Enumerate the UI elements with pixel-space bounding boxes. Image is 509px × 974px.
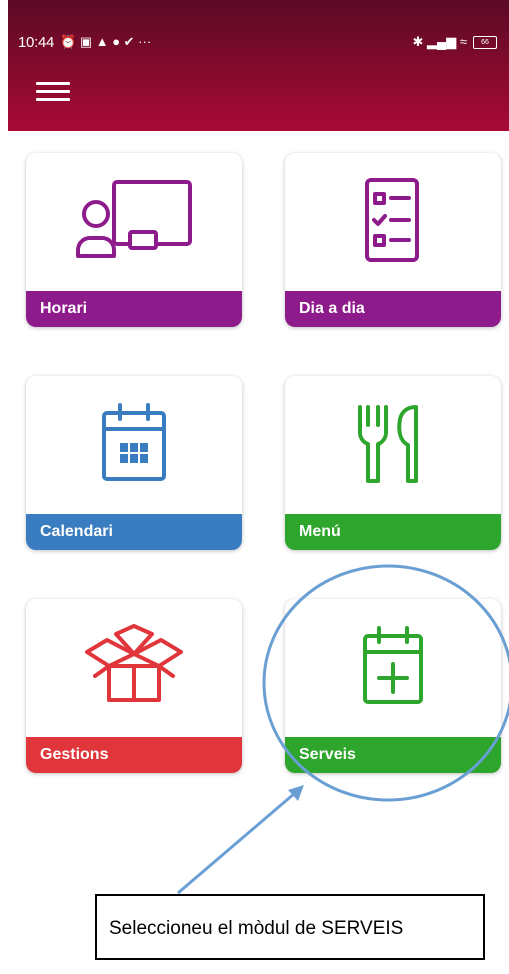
tile-gestions[interactable]: Gestions	[26, 599, 242, 773]
tile-menu[interactable]: Menú	[285, 376, 501, 550]
tile-label: Serveis	[285, 737, 501, 773]
checklist-icon	[285, 167, 501, 275]
calendar-add-icon	[285, 613, 501, 721]
status-time: 10:44	[18, 33, 55, 51]
status-bar: 10:44 ⏰ ▣ ▲ ● ✔ ··· ✱ ▂▄▆ ≈ 66	[18, 30, 497, 54]
tile-label: Calendari	[26, 514, 242, 550]
instruction-callout: Seleccioneu el mòdul de SERVEIS	[95, 894, 485, 960]
tile-label: Menú	[285, 514, 501, 550]
hamburger-menu-icon[interactable]	[36, 82, 70, 102]
notification-icons: ⏰ ▣ ▲ ● ✔ ···	[60, 34, 152, 49]
calendar-icon	[26, 390, 242, 498]
module-grid: Horari Dia a dia Calendari Menú Gestions…	[8, 131, 509, 974]
battery-icon: 66	[473, 35, 497, 49]
system-icons: ✱ ▂▄▆ ≈ 66	[413, 34, 497, 50]
signal-wifi-icons: ✱ ▂▄▆ ≈	[412, 34, 467, 49]
tile-label: Dia a dia	[285, 291, 501, 327]
tile-dia-a-dia[interactable]: Dia a dia	[285, 153, 501, 327]
fork-knife-icon	[285, 390, 501, 498]
tile-label: Gestions	[26, 737, 242, 773]
app-bar: 10:44 ⏰ ▣ ▲ ● ✔ ··· ✱ ▂▄▆ ≈ 66	[8, 0, 509, 131]
tile-horari[interactable]: Horari	[26, 153, 242, 327]
open-box-icon	[26, 613, 242, 721]
tile-calendari[interactable]: Calendari	[26, 376, 242, 550]
teacher-board-icon	[26, 167, 242, 275]
tile-label: Horari	[26, 291, 242, 327]
tile-serveis[interactable]: Serveis	[285, 599, 501, 773]
